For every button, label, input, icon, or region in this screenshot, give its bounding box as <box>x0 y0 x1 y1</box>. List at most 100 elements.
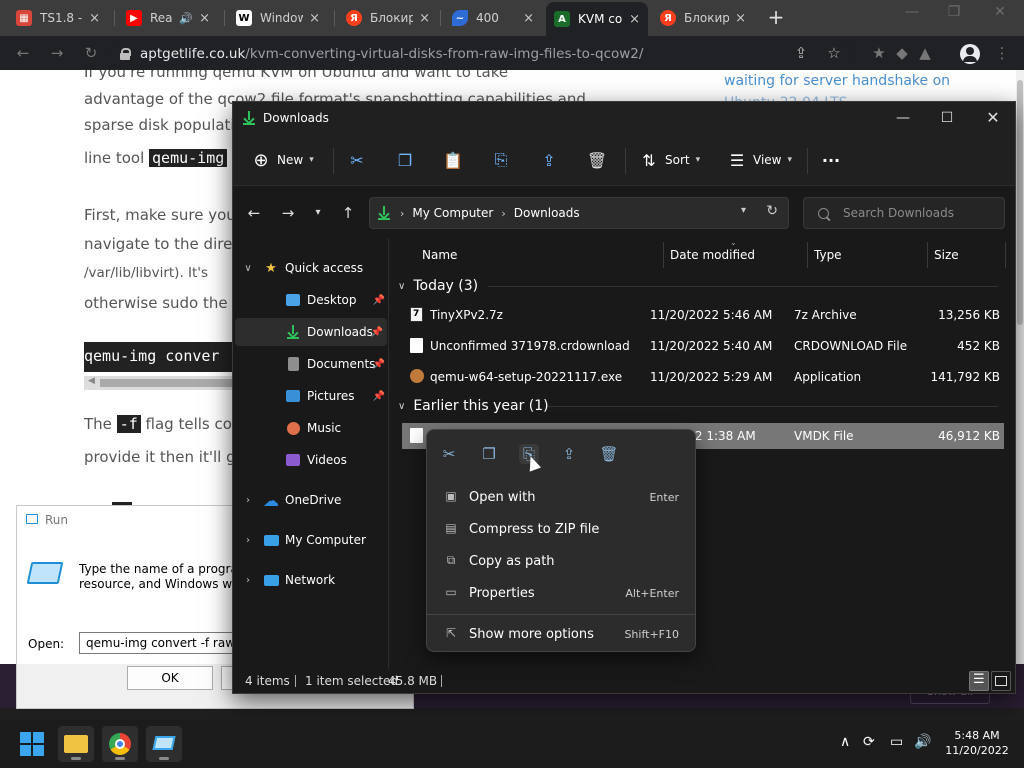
page-scrollbar[interactable] <box>1016 70 1024 664</box>
column-header-type[interactable]: Type <box>814 238 842 272</box>
share-button[interactable]: ⇪ <box>539 148 559 172</box>
extension-icon[interactable]: ★ <box>870 44 888 62</box>
search-input[interactable]: Search Downloads <box>803 197 1005 229</box>
close-icon[interactable]: × <box>735 11 746 26</box>
network-icon[interactable]: ▭ <box>890 734 903 750</box>
maximize-icon[interactable]: ☐ <box>927 106 967 130</box>
cut-button[interactable]: ✂ <box>439 444 459 464</box>
breadcrumb-item[interactable]: Downloads <box>514 206 580 220</box>
volume-icon[interactable]: 🔊 <box>914 734 931 750</box>
taskbar-file-explorer[interactable] <box>58 726 94 762</box>
refresh-icon[interactable]: ↻ <box>766 203 778 219</box>
back-icon[interactable]: ← <box>243 203 265 225</box>
cut-button[interactable]: ✂ <box>347 148 367 172</box>
close-window-icon[interactable]: ✕ <box>980 4 1020 24</box>
delete-button[interactable]: 🗑 <box>587 148 607 172</box>
new-button[interactable]: ⊕ New ▾ <box>251 148 313 172</box>
nav-item-videos[interactable]: Videos <box>233 446 389 474</box>
column-header-name[interactable]: Name <box>422 238 457 272</box>
menu-item-copy-as-path[interactable]: ⧉ Copy as path <box>433 546 689 576</box>
nav-item-desktop[interactable]: Desktop 📌 <box>233 286 389 314</box>
back-icon[interactable]: ← <box>14 44 32 62</box>
group-header-earlier[interactable]: ∨ Earlier this year (1) <box>398 396 998 416</box>
up-icon[interactable]: ↑ <box>337 203 359 225</box>
column-header-date[interactable]: Date modified <box>670 238 755 272</box>
close-icon[interactable]: ✕ <box>973 106 1013 130</box>
address-bar[interactable]: aptgetlife.co.uk/kvm-converting-virtual-… <box>110 40 856 68</box>
close-icon[interactable]: × <box>309 11 320 26</box>
profile-avatar-icon[interactable] <box>960 44 980 64</box>
browser-tab[interactable]: W Window × <box>228 4 328 32</box>
file-row[interactable]: 7 TinyXPv2.7z 11/20/2022 5:46 AM 7z Arch… <box>402 302 1004 328</box>
browser-tab[interactable]: ▦ TS1.8 - × <box>8 4 108 32</box>
browser-tab-active[interactable]: A KVM co × <box>546 2 648 36</box>
more-options-button[interactable]: ··· <box>821 148 841 172</box>
share-button[interactable]: ⇪ <box>559 444 579 464</box>
chevron-down-icon[interactable]: ∨ <box>241 263 255 274</box>
code-scrollbar[interactable]: ◀ <box>84 376 234 390</box>
nav-item-onedrive[interactable]: › ☁ OneDrive <box>233 486 389 514</box>
scroll-left-icon[interactable]: ◀ <box>88 376 95 386</box>
browser-tab[interactable]: ▶ Rea 🔊 × <box>118 4 218 32</box>
restore-icon[interactable]: ❐ <box>934 4 974 24</box>
nav-item-music[interactable]: Music <box>233 414 389 442</box>
delete-button[interactable]: 🗑 <box>599 444 619 464</box>
copy-button[interactable]: ❐ <box>395 148 415 172</box>
extension-icon[interactable]: ▲ <box>916 44 934 62</box>
menu-item-properties[interactable]: ▭ Properties Alt+Enter <box>433 578 689 608</box>
group-header-today[interactable]: ∨ Today (3) <box>398 276 998 296</box>
recent-locations-icon[interactable]: ▾ <box>307 203 329 225</box>
minimize-icon[interactable]: — <box>892 4 932 24</box>
sort-button[interactable]: ⇅ Sort ▾ <box>639 148 700 172</box>
browser-tab[interactable]: Я Блокир × <box>652 4 754 32</box>
speaker-icon[interactable]: 🔊 <box>179 12 193 25</box>
menu-item-compress-zip[interactable]: ▤ Compress to ZIP file <box>433 514 689 544</box>
nav-item-downloads[interactable]: Downloads 📌 <box>235 318 387 346</box>
close-icon[interactable]: × <box>199 11 210 26</box>
nav-item-pictures[interactable]: Pictures 📌 <box>233 382 389 410</box>
column-header-size[interactable]: Size <box>934 238 959 272</box>
browser-tab[interactable]: ~ 400 × <box>444 4 542 32</box>
file-row[interactable]: Unconfirmed 371978.crdownload 11/20/2022… <box>402 333 1004 359</box>
close-icon[interactable]: × <box>419 11 430 26</box>
reload-icon[interactable]: ↻ <box>82 44 100 62</box>
sync-icon[interactable]: ⟳ <box>863 734 875 750</box>
chevron-down-icon[interactable]: ▾ <box>741 205 746 216</box>
nav-item-network[interactable]: › Network <box>233 566 389 594</box>
browser-tab[interactable]: Я Блокир × <box>338 4 438 32</box>
nav-item-my-computer[interactable]: › My Computer <box>233 526 389 554</box>
view-button[interactable]: ☰ View ▾ <box>727 148 792 172</box>
file-row[interactable]: qemu-w64-setup-20221117.exe 11/20/2022 5… <box>402 364 1004 390</box>
chevron-right-icon[interactable]: › <box>241 535 255 546</box>
share-icon[interactable]: ⇪ <box>792 44 810 62</box>
taskbar-run[interactable] <box>146 726 182 762</box>
chevron-right-icon[interactable]: › <box>241 495 255 506</box>
ok-button[interactable]: OK <box>127 666 213 690</box>
chevron-right-icon[interactable]: › <box>241 575 255 586</box>
extension-icon[interactable]: ◆ <box>893 44 911 62</box>
details-view-button[interactable]: ☰ <box>969 671 989 691</box>
rename-button[interactable]: ⎘ <box>491 148 511 172</box>
taskbar-chrome[interactable] <box>102 726 138 762</box>
close-icon[interactable]: × <box>89 11 100 26</box>
chevron-up-icon[interactable]: ∧ <box>840 734 850 750</box>
system-clock[interactable]: 5:48 AM 11/20/2022 <box>942 728 1012 758</box>
menu-dots-icon[interactable]: ⋮ <box>993 44 1011 62</box>
copy-button[interactable]: ❐ <box>479 444 499 464</box>
bookmark-star-icon[interactable]: ☆ <box>825 44 843 62</box>
close-icon[interactable]: × <box>629 12 640 27</box>
close-icon[interactable]: × <box>523 11 534 26</box>
nav-item-documents[interactable]: Documents 📌 <box>233 350 389 378</box>
nav-item-quick-access[interactable]: ∨ ★ Quick access <box>233 254 389 282</box>
start-button[interactable] <box>14 726 50 762</box>
menu-item-show-more-options[interactable]: ⇱ Show more options Shift+F10 <box>433 619 689 649</box>
minimize-icon[interactable]: — <box>883 106 923 130</box>
paste-button[interactable]: 📋 <box>443 148 463 172</box>
tiles-view-button[interactable] <box>991 671 1011 691</box>
menu-item-open-with[interactable]: ▣ Open with Enter <box>433 482 689 512</box>
explorer-address-bar[interactable]: › My Computer › Downloads ▾ ↻ <box>369 197 789 229</box>
new-tab-button[interactable]: + <box>762 6 790 30</box>
breadcrumb-item[interactable]: My Computer <box>412 206 493 220</box>
forward-icon[interactable]: → <box>277 203 299 225</box>
forward-icon[interactable]: → <box>48 44 66 62</box>
